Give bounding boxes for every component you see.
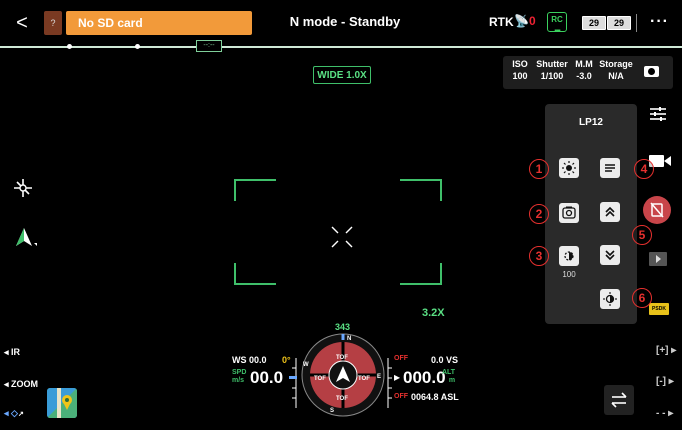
param-storage[interactable]: Storage N/A <box>598 58 634 82</box>
double-chevron-down-icon <box>605 250 615 261</box>
panel-title: LP12 <box>579 117 603 128</box>
warning-chip[interactable]: ? <box>44 11 62 35</box>
record-button[interactable] <box>643 196 671 224</box>
timeline-dot <box>135 44 140 49</box>
lens-zoom-button[interactable]: WIDE 1.0X <box>313 66 371 84</box>
brightness-button[interactable] <box>559 158 579 178</box>
swap-view-button[interactable] <box>604 385 634 415</box>
list-menu-button[interactable] <box>600 158 620 178</box>
callout-1: 1 <box>529 159 549 179</box>
zoom-level-label: 3.2X <box>422 307 445 319</box>
callout-5: 5 <box>632 225 652 245</box>
ir-toggle[interactable]: ◂ IR <box>4 347 20 358</box>
camera-sync-icon <box>562 206 576 219</box>
param-iso[interactable]: ISO 100 <box>508 58 532 82</box>
playback-icon[interactable] <box>649 252 667 266</box>
swap-icon <box>611 392 627 408</box>
camera-settings-icon[interactable] <box>644 66 659 77</box>
tof-left-label: TOF <box>314 376 326 382</box>
compass-attitude-indicator <box>301 333 385 417</box>
callout-4: 4 <box>634 159 654 179</box>
map-thumbnail[interactable] <box>47 388 77 418</box>
speed-unit-label: SPD m/s <box>232 369 247 384</box>
param-mm[interactable]: M.M -3.0 <box>572 58 596 82</box>
heading-value: 343 <box>335 322 351 332</box>
compass-west-letter: W <box>303 362 309 368</box>
compass-east-letter: E <box>377 374 382 380</box>
tof-right-label: TOF <box>358 376 370 382</box>
param-shutter[interactable]: Shutter 1/100 <box>534 58 570 82</box>
horizontal-speed-value: 00.0 <box>250 368 284 387</box>
vertical-speed-value: 0.0 VS <box>431 355 459 365</box>
light-mode-button[interactable] <box>559 246 579 266</box>
speed-scale <box>289 358 297 408</box>
brightness-value: 100 <box>562 270 576 279</box>
altitude-arrow-icon: ▸ <box>394 370 401 384</box>
compass-north-letter: N <box>347 336 352 342</box>
battery-1-indicator[interactable]: 29 <box>582 16 606 30</box>
light-mode-icon <box>564 251 574 261</box>
camera-sync-button[interactable] <box>559 203 579 223</box>
altitude-unit-label: ALT m <box>442 369 456 384</box>
rtk-label[interactable]: RTK <box>489 15 514 29</box>
obstacle-top-off: OFF <box>394 355 408 362</box>
more-menu-button[interactable]: ··· <box>650 13 669 31</box>
tilt-up-button[interactable] <box>600 202 620 222</box>
timeline-dot <box>67 44 72 49</box>
psdk-icon[interactable]: PSDK <box>649 303 669 315</box>
callout-2: 2 <box>529 204 549 224</box>
sun-icon <box>562 161 576 175</box>
obstacle-bottom-off: OFF <box>394 393 408 400</box>
navigation-arrow-icon[interactable] <box>14 226 38 248</box>
wind-speed-label: WS 00.0 <box>232 355 267 365</box>
light-exposure-button[interactable] <box>600 289 620 309</box>
settings-sliders-icon[interactable] <box>648 104 668 124</box>
double-chevron-up-icon <box>605 206 615 217</box>
satellite-icon: 📡 <box>514 14 529 28</box>
gimbal-icon[interactable]: ◂ ◇↗ <box>4 408 24 419</box>
callout-3: 3 <box>529 246 549 266</box>
altitude-value: 000.0 <box>403 368 446 387</box>
point-of-interest-icon[interactable] <box>12 177 34 199</box>
tof-top-label: TOF <box>336 355 348 361</box>
zoom-out-button[interactable]: [-] ▸ <box>656 376 674 387</box>
back-button[interactable]: < <box>12 12 32 34</box>
timeline-marker: --:-- <box>196 40 222 52</box>
zoom-toggle[interactable]: ◂ ZOOM <box>4 379 38 390</box>
tof-bottom-label: TOF <box>336 396 348 402</box>
list-icon <box>605 164 615 172</box>
callout-6: 6 <box>632 288 652 308</box>
zoom-in-button[interactable]: [+] ▸ <box>656 345 676 356</box>
rtk-satellite-count: 📡0 <box>514 14 536 28</box>
battery-2-indicator[interactable]: 29 <box>607 16 631 30</box>
status-message-banner[interactable]: No SD card <box>66 11 252 35</box>
asl-altitude-value: 0064.8 ASL <box>411 392 459 402</box>
more-controls-indicator[interactable]: - - ▸ <box>656 408 673 419</box>
exposure-icon <box>603 292 617 306</box>
flight-mode-title: N mode - Standby <box>289 14 401 29</box>
divider <box>636 14 637 32</box>
compass-south-letter: S <box>330 408 335 414</box>
tilt-down-button[interactable] <box>600 245 620 265</box>
map-icon <box>47 388 77 418</box>
timeline-track <box>0 46 682 48</box>
rc-signal-icon[interactable]: RC ▪▪▪ <box>547 12 567 35</box>
center-crosshair-icon <box>331 226 353 248</box>
